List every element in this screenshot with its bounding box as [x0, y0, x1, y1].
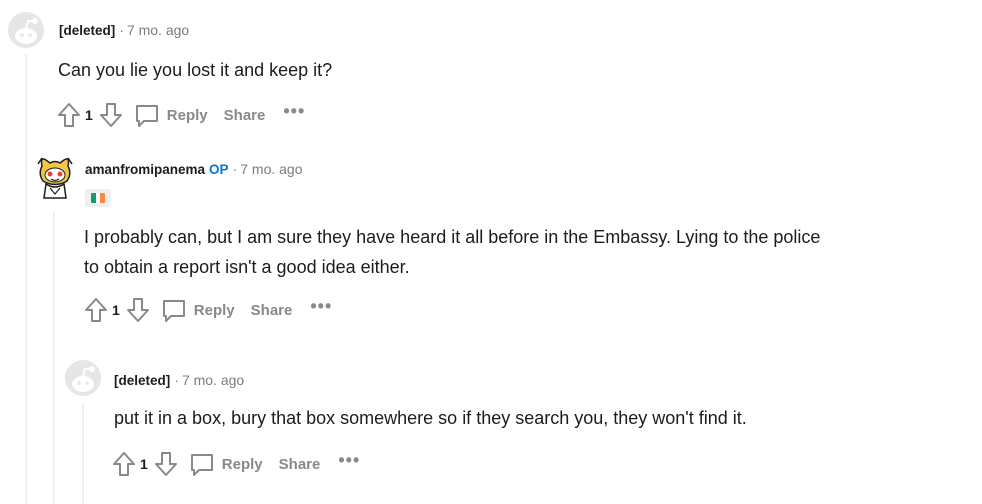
separator: ·: [119, 22, 124, 38]
vote-score: 1: [112, 302, 120, 318]
separator: ·: [232, 161, 238, 177]
timestamp[interactable]: 7 mo. ago: [182, 372, 244, 388]
comment-body: Can you lie you lost it and keep it?: [58, 60, 333, 80]
share-button[interactable]: Share: [279, 449, 321, 479]
avatar[interactable]: [36, 154, 74, 200]
share-button[interactable]: Share: [251, 295, 293, 325]
reply-button[interactable]: Reply: [160, 295, 235, 325]
snoo-avatar-icon: [37, 157, 73, 199]
reply-label: Reply: [166, 106, 208, 124]
user-flair: [85, 189, 111, 207]
author-name[interactable]: [deleted]: [114, 373, 170, 388]
comment-actions: 1 Reply Share •••: [110, 449, 360, 479]
op-badge: OP: [209, 162, 229, 177]
reply-button[interactable]: Reply: [188, 449, 263, 479]
more-options-icon[interactable]: •••: [338, 445, 360, 475]
comment-thread: [deleted] · 7 mo. ago Can you lie you lost…: [0, 0, 982, 504]
vote-score: 1: [85, 107, 93, 123]
thread-line[interactable]: [82, 404, 84, 504]
reply-label: Reply: [221, 455, 263, 473]
comment-meta: [deleted] · 7 mo. ago: [114, 371, 244, 390]
author-name[interactable]: amanfromipanema: [85, 162, 205, 177]
thread-line[interactable]: [53, 212, 55, 504]
downvote-icon[interactable]: [124, 295, 152, 325]
comment-body: I probably can, but I am sure they have …: [84, 227, 821, 277]
reply-label: Reply: [193, 301, 235, 319]
upvote-icon[interactable]: [110, 449, 138, 479]
timestamp[interactable]: 7 mo. ago: [127, 22, 189, 38]
downvote-icon[interactable]: [152, 449, 180, 479]
author-name[interactable]: [deleted]: [59, 23, 115, 38]
ireland-flag-icon: [91, 193, 105, 203]
more-options-icon[interactable]: •••: [283, 96, 305, 126]
default-snoo-icon: [8, 12, 44, 48]
comment-bubble-icon: [188, 449, 216, 479]
upvote-icon[interactable]: [82, 295, 110, 325]
downvote-icon[interactable]: [97, 100, 125, 130]
separator: ·: [174, 372, 179, 388]
comment-meta: amanfromipanema OP · 7 mo. ago: [85, 160, 303, 179]
default-snoo-icon: [65, 360, 101, 396]
share-button[interactable]: Share: [224, 100, 266, 130]
vote-score: 1: [140, 456, 148, 472]
avatar[interactable]: [65, 360, 101, 396]
comment-bubble-icon: [133, 100, 161, 130]
timestamp[interactable]: 7 mo. ago: [240, 161, 302, 177]
comment-meta: [deleted] · 7 mo. ago: [59, 21, 189, 40]
comment-actions: 1 Reply Share •••: [55, 100, 305, 130]
more-options-icon[interactable]: •••: [310, 291, 332, 321]
upvote-icon[interactable]: [55, 100, 83, 130]
avatar[interactable]: [8, 12, 44, 48]
thread-line[interactable]: [25, 54, 27, 504]
comment-bubble-icon: [160, 295, 188, 325]
comment-actions: 1 Reply Share •••: [82, 295, 332, 325]
comment-body: put it in a box, bury that box somewhere…: [114, 408, 747, 428]
reply-button[interactable]: Reply: [133, 100, 208, 130]
